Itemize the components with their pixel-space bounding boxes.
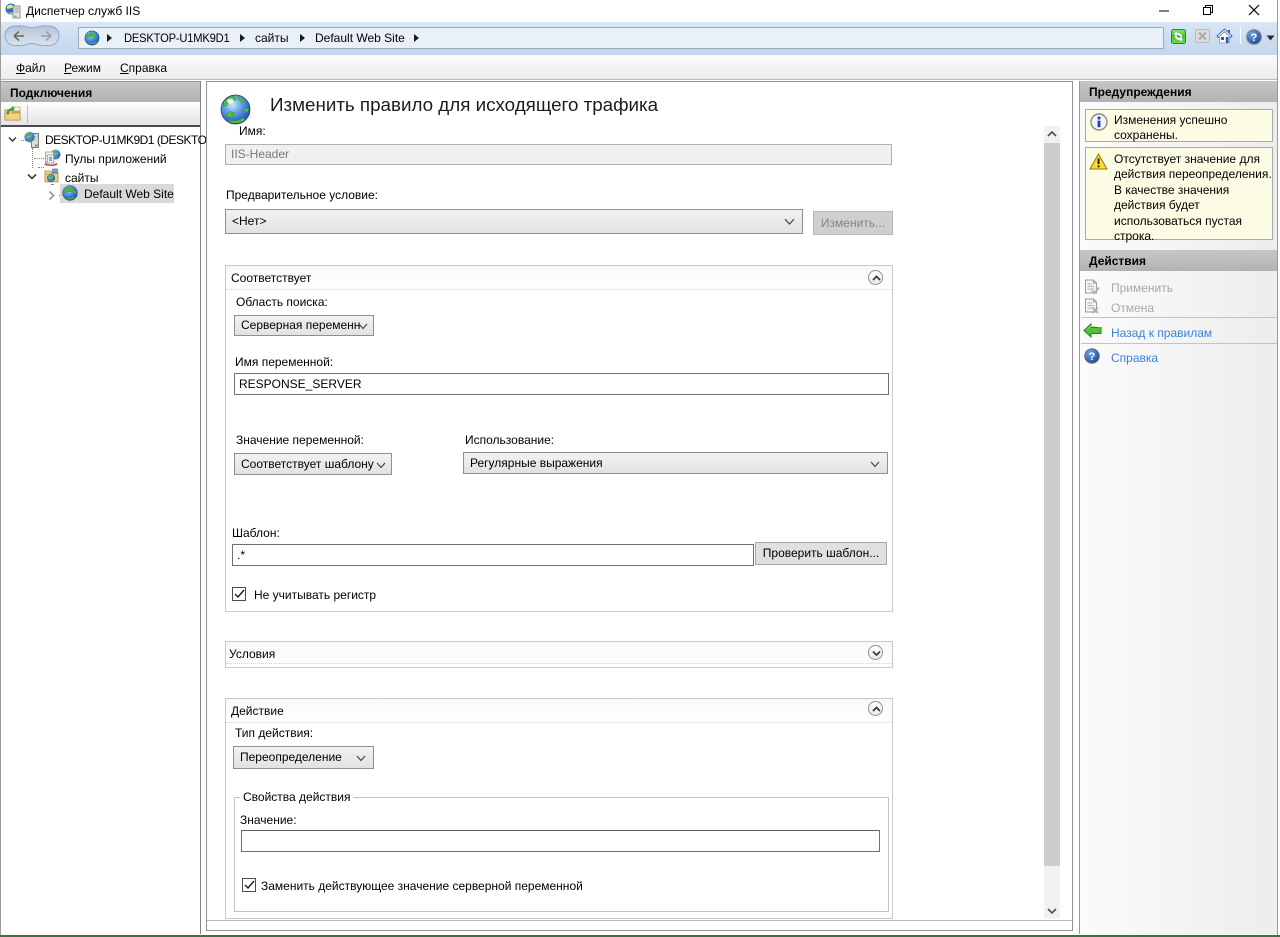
svg-text:?: ? (1251, 32, 1258, 44)
svg-text:?: ? (1089, 351, 1096, 363)
